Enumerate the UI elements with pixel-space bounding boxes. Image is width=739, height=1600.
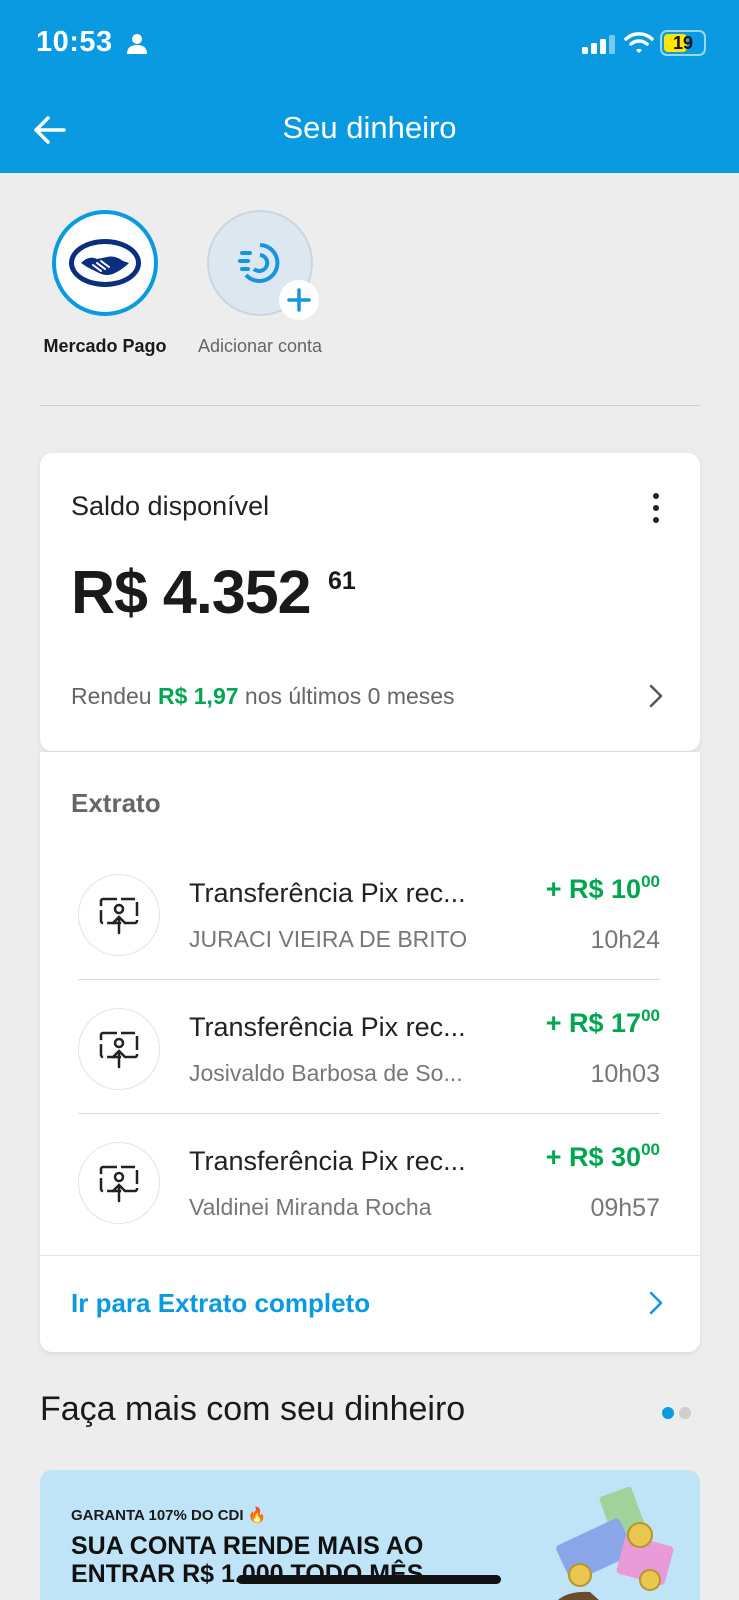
transaction-title: Transferência Pix rec... (189, 878, 466, 908)
person-icon (127, 34, 147, 54)
account-label-add: Adicionar conta (197, 336, 323, 356)
money-transfer-icon (99, 1031, 139, 1069)
plus-badge (279, 280, 319, 320)
money-transfer-icon (99, 1165, 139, 1203)
earnings-text: Rendeu R$ 1,97 nos últimos 0 meses (71, 683, 455, 710)
balance-card: Saldo disponível R$ 4.352 61 Rendeu R$ 1… (40, 453, 700, 751)
transaction-row[interactable]: Transferência Pix rec... Josivaldo Barbo… (40, 980, 700, 1114)
transaction-amount: + R$ 3000 (545, 1140, 660, 1172)
mercado-pago-avatar (52, 210, 158, 316)
transaction-time: 10h24 (590, 926, 660, 954)
status-time: 10:53 (36, 26, 113, 58)
full-extrato-link-label: Ir para Extrato completo (71, 1288, 371, 1318)
account-mercado-pago[interactable]: Mercado Pago (40, 210, 170, 357)
pix-received-icon (78, 874, 160, 956)
balance-cents: 61 (328, 567, 356, 595)
handshake-logo-icon (69, 239, 141, 287)
transaction-row[interactable]: Transferência Pix rec... Valdinei Mirand… (40, 1114, 700, 1248)
add-account-avatar (207, 210, 319, 320)
chevron-right-icon (649, 684, 663, 708)
battery-level: 19 (672, 33, 694, 53)
earnings-prefix: Rendeu (71, 683, 152, 709)
carousel-pagination[interactable] (662, 1406, 696, 1424)
chevron-right-icon (649, 1291, 663, 1315)
bank-connect-icon (238, 243, 280, 283)
more-options-icon[interactable] (648, 491, 664, 525)
carousel-dot-active[interactable] (662, 1407, 674, 1419)
balance-label: Saldo disponível (71, 491, 270, 521)
home-indicator (237, 1575, 501, 1584)
transaction-time: 09h57 (590, 1194, 660, 1222)
transaction-amount: + R$ 1000 (545, 872, 660, 904)
transaction-sender: JURACI VIEIRA DE BRITO (189, 926, 468, 952)
earnings-row[interactable]: Rendeu R$ 1,97 nos últimos 0 meses (40, 663, 700, 723)
extrato-title: Extrato (71, 788, 161, 818)
money-transfer-icon (99, 897, 139, 935)
section-title: Faça mais com seu dinheiro (40, 1390, 466, 1428)
carousel-dot[interactable] (679, 1407, 691, 1419)
divider (40, 405, 700, 406)
pix-received-icon (78, 1142, 160, 1224)
wifi-icon (624, 32, 654, 53)
balance-amount: R$ 4.352 (71, 558, 312, 626)
extrato-card: Extrato Transferência Pix rec... JURACI … (40, 752, 700, 1352)
cellular-signal-icon (582, 35, 615, 54)
transaction-time: 10h03 (590, 1060, 660, 1088)
plus-icon (287, 288, 311, 312)
app-header: 10:53 19 Seu dinheiro (0, 0, 739, 173)
earnings-suffix: nos últimos 0 meses (244, 683, 455, 709)
money-illustration-icon (556, 1486, 674, 1600)
add-account-button[interactable]: Adicionar conta (185, 210, 335, 357)
transaction-sender: Valdinei Miranda Rocha (189, 1194, 432, 1220)
transaction-title: Transferência Pix rec... (189, 1146, 466, 1176)
promo-kicker: GARANTA 107% DO CDI 🔥 (71, 1507, 267, 1524)
full-extrato-link[interactable]: Ir para Extrato completo (40, 1256, 700, 1352)
transaction-row[interactable]: Transferência Pix rec... JURACI VIEIRA D… (40, 846, 700, 980)
transaction-title: Transferência Pix rec... (189, 1012, 466, 1042)
transaction-amount: + R$ 1700 (545, 1006, 660, 1038)
battery-icon: 19 (660, 30, 706, 56)
account-label-mercado-pago: Mercado Pago (43, 336, 167, 356)
pix-received-icon (78, 1008, 160, 1090)
transaction-sender: Josivaldo Barbosa de So... (189, 1060, 463, 1086)
page-title: Seu dinheiro (282, 110, 457, 145)
earnings-value: R$ 1,97 (157, 683, 239, 709)
